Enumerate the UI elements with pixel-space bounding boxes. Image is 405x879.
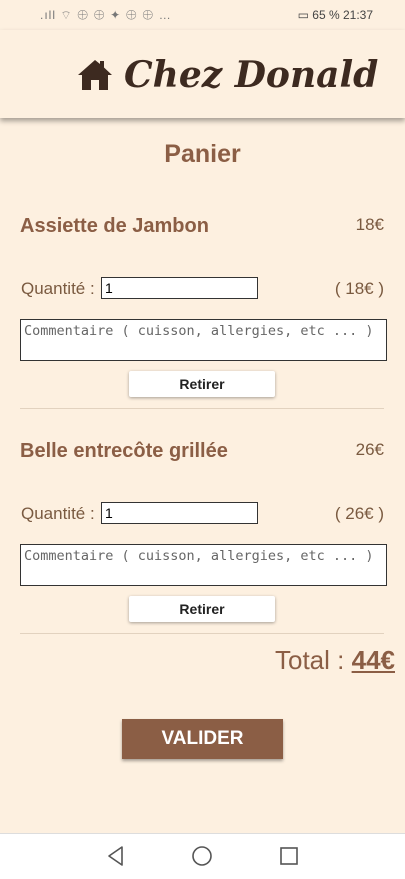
item-price: 18€ (355, 215, 384, 234)
item-name: Assiette de Jambon (20, 215, 209, 237)
validate-button[interactable]: VALIDER (122, 719, 283, 759)
status-bar: .ıll ⌔ ⊕ ⊕ ✦ ⊕ ⊕ … ▭ 65 % 21:37 (0, 0, 405, 30)
home-circle-icon[interactable] (190, 844, 214, 868)
clock: 21:37 (342, 8, 373, 22)
home-icon (78, 60, 112, 90)
cart-item: Belle entrecôte grillée 26€ Quantité : (… (0, 440, 405, 660)
divider (20, 633, 384, 634)
total: Total : 44€ (275, 645, 395, 676)
item-name: Belle entrecôte grillée (20, 440, 228, 462)
total-value: 44€ (351, 645, 395, 675)
quantity-label: Quantité : (21, 504, 95, 523)
quantity-input[interactable] (101, 277, 258, 299)
app-header: Chez Donald (0, 30, 405, 118)
comment-field[interactable] (20, 319, 387, 361)
divider (20, 408, 384, 409)
line-total: ( 18€ ) (334, 279, 384, 298)
brand-name: Chez Donald (124, 54, 379, 96)
quantity-label: Quantité : (21, 279, 95, 298)
quantity-input[interactable] (101, 502, 258, 524)
battery-icon: ▭ (297, 8, 309, 22)
back-icon[interactable] (104, 844, 128, 868)
recents-icon[interactable] (277, 844, 301, 868)
remove-button[interactable]: Retirer (129, 596, 275, 622)
remove-button[interactable]: Retirer (129, 371, 275, 397)
battery-level: 65 % (312, 8, 340, 22)
page-title: Panier (164, 140, 241, 168)
comment-field[interactable] (20, 544, 387, 586)
total-label: Total : (275, 645, 345, 675)
item-price: 26€ (355, 440, 384, 459)
status-right: ▭ 65 % 21:37 (298, 8, 373, 22)
status-icons: .ıll ⌔ ⊕ ⊕ ✦ ⊕ ⊕ … (40, 8, 172, 22)
brand[interactable]: Chez Donald (76, 50, 378, 100)
navigation-bar (0, 833, 405, 879)
cart-item: Assiette de Jambon 18€ Quantité : ( 18€ … (0, 215, 405, 435)
line-total: ( 26€ ) (334, 504, 384, 523)
